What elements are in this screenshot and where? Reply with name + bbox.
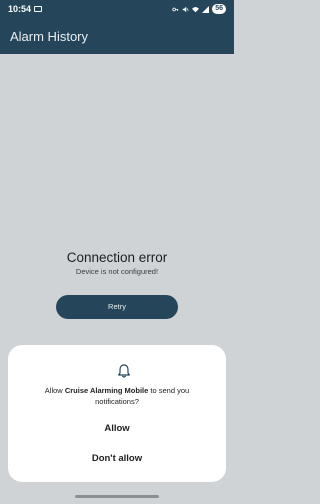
home-indicator[interactable] bbox=[75, 495, 159, 498]
message-icon bbox=[34, 6, 42, 12]
page-title: Alarm History bbox=[10, 29, 89, 44]
retry-button[interactable]: Retry bbox=[56, 295, 178, 319]
status-time: 10:54 bbox=[8, 4, 32, 14]
error-message: Device is not configured! bbox=[75, 267, 159, 276]
mute-icon bbox=[182, 6, 189, 12]
dialog-app-name: Cruise Alarming Mobile bbox=[64, 386, 149, 395]
vpn-key-icon bbox=[172, 7, 179, 11]
battery-badge: 56 bbox=[212, 4, 226, 14]
dont-allow-button[interactable]: Don't allow bbox=[22, 448, 212, 470]
status-icons: 56 bbox=[172, 4, 226, 14]
bell-icon bbox=[118, 364, 130, 378]
dialog-message-prefix: Allow bbox=[44, 386, 65, 395]
signal-icon bbox=[202, 5, 210, 13]
app-bar: Alarm History bbox=[0, 20, 234, 54]
allow-button[interactable]: Allow bbox=[22, 418, 212, 440]
error-title: Connection error bbox=[66, 250, 168, 265]
dialog-message: Allow Cruise Alarming Mobile to send you… bbox=[22, 385, 212, 407]
status-bar: 10:54 56 bbox=[0, 0, 234, 20]
notification-permission-dialog: Allow Cruise Alarming Mobile to send you… bbox=[8, 345, 226, 482]
wifi-icon bbox=[192, 6, 200, 12]
